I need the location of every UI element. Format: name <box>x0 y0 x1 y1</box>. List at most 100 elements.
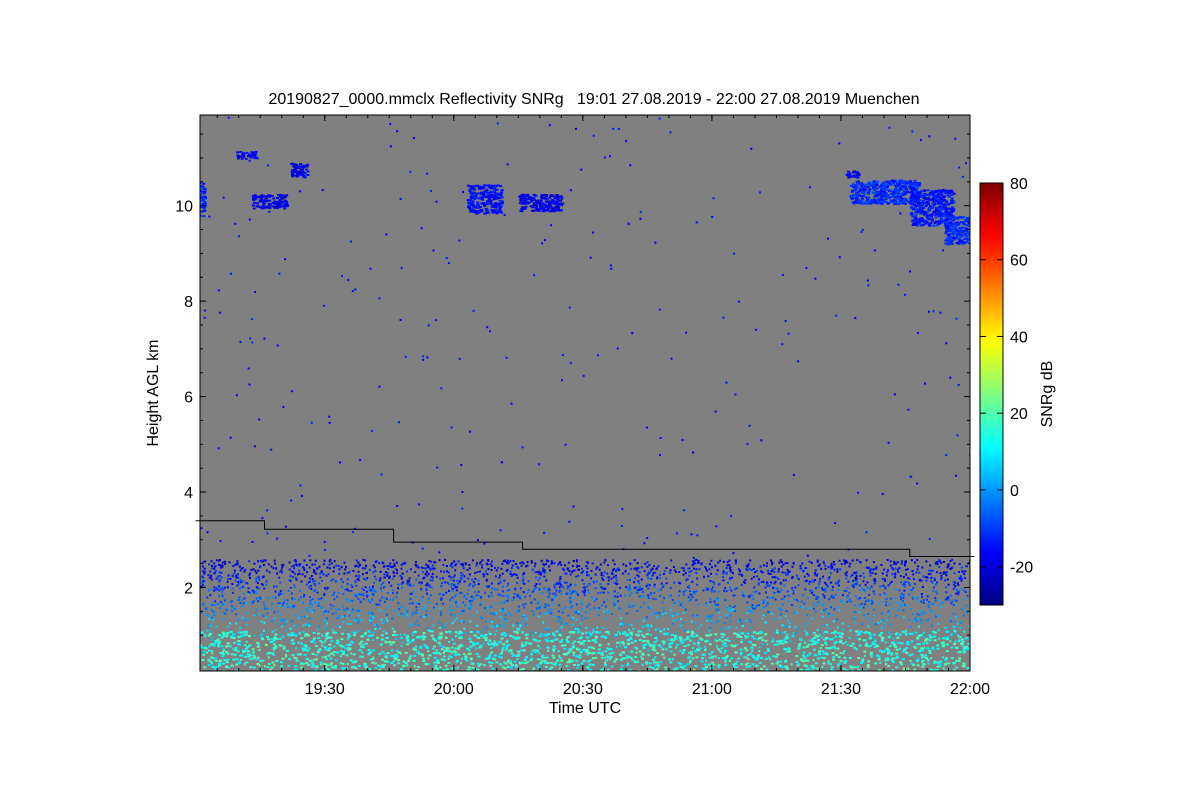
bl-pixel <box>647 587 650 590</box>
bl-pixel <box>966 565 969 568</box>
bl-pixel <box>575 559 578 562</box>
cloud-pixel <box>955 224 959 227</box>
bl-pixel <box>691 596 694 599</box>
cloud-pixel <box>860 195 864 198</box>
bl-pixel <box>244 644 247 647</box>
bl-pixel <box>539 647 542 650</box>
cloud-pixel <box>850 197 854 200</box>
bl-pixel <box>783 595 786 598</box>
noise-pixel <box>396 130 399 133</box>
bl-pixel <box>728 609 731 612</box>
bl-pixel <box>261 583 264 586</box>
bl-pixel <box>755 590 758 593</box>
bl-pixel <box>271 630 274 633</box>
noise-pixel <box>711 216 714 218</box>
bl-pixel <box>814 569 817 572</box>
cloud-pixel <box>926 202 930 205</box>
bl-pixel <box>514 588 517 591</box>
bl-pixel <box>267 656 270 659</box>
bl-pixel <box>382 565 385 568</box>
bl-pixel <box>500 602 503 605</box>
noise-pixel <box>483 542 486 545</box>
bl-pixel <box>671 604 674 607</box>
bl-pixel <box>791 565 794 568</box>
bl-pixel <box>477 583 480 585</box>
bl-pixel <box>202 602 205 605</box>
bl-pixel <box>397 583 400 586</box>
bl-pixel <box>751 611 754 614</box>
bl-pixel <box>805 579 808 582</box>
bl-pixel <box>397 613 400 616</box>
noise-pixel <box>955 317 958 320</box>
bl-pixel <box>214 600 217 603</box>
noise-pixel <box>541 242 544 245</box>
bl-pixel <box>214 604 217 607</box>
bl-pixel <box>463 575 466 578</box>
noise-pixel <box>469 430 472 433</box>
bl-pixel <box>266 608 269 611</box>
cloud-pixel <box>900 197 904 200</box>
cloud-pixel <box>292 170 296 173</box>
bl-pixel <box>803 602 806 605</box>
bl-pixel <box>867 613 870 615</box>
cloud-pixel <box>501 189 505 191</box>
bl-pixel <box>253 634 256 637</box>
bl-pixel <box>836 570 839 573</box>
cloud-pixel <box>500 211 504 214</box>
bl-pixel <box>241 616 244 619</box>
bl-pixel <box>503 579 506 582</box>
bl-pixel <box>752 598 755 600</box>
bl-pixel <box>223 560 226 563</box>
bl-pixel <box>511 573 514 576</box>
bl-pixel <box>415 609 418 612</box>
bl-pixel <box>792 589 795 592</box>
noise-pixel <box>961 175 964 178</box>
bl-pixel <box>530 601 533 604</box>
bl-pixel <box>355 595 358 598</box>
bl-pixel <box>680 567 683 569</box>
bl-pixel <box>270 607 273 610</box>
cloud-pixel <box>853 171 857 174</box>
bl-pixel <box>485 585 488 588</box>
bl-pixel <box>409 598 412 600</box>
bl-pixel <box>273 585 275 588</box>
bl-pixel <box>521 561 524 564</box>
bl-pixel <box>713 582 716 585</box>
cloud-pixel <box>891 179 895 182</box>
bl-pixel <box>675 646 678 649</box>
cloud-pixel <box>966 239 970 242</box>
bl-pixel <box>350 590 353 592</box>
bl-pixel <box>309 602 312 605</box>
cloud-pixel <box>550 199 554 202</box>
bl-pixel <box>804 567 807 570</box>
bl-pixel <box>294 586 296 589</box>
cloud-pixel <box>196 191 199 193</box>
bl-pixel <box>761 617 764 620</box>
bl-pixel <box>647 629 650 632</box>
cloud-pixel <box>266 199 270 202</box>
noise-pixel <box>300 494 303 497</box>
bl-pixel <box>812 602 815 605</box>
bl-pixel <box>916 619 919 622</box>
bl-pixel <box>217 603 220 605</box>
bl-pixel <box>500 567 503 570</box>
bl-pixel <box>796 577 799 580</box>
bl-pixel <box>603 656 606 659</box>
bl-pixel <box>764 613 767 616</box>
bl-pixel <box>335 564 338 567</box>
bl-pixel <box>748 606 751 609</box>
noise-pixel <box>860 230 863 233</box>
bl-pixel <box>300 616 302 619</box>
bl-pixel <box>443 592 446 595</box>
bl-pixel <box>581 579 584 582</box>
bl-pixel <box>942 656 944 659</box>
bl-pixel <box>696 583 699 586</box>
bl-pixel <box>814 587 817 590</box>
noise-pixel <box>620 525 623 527</box>
bl-pixel <box>800 600 803 603</box>
bl-pixel <box>237 598 240 601</box>
bl-pixel <box>355 617 357 620</box>
noise-pixel <box>460 464 463 466</box>
cloud-pixel <box>472 205 476 208</box>
bl-pixel <box>602 574 605 577</box>
